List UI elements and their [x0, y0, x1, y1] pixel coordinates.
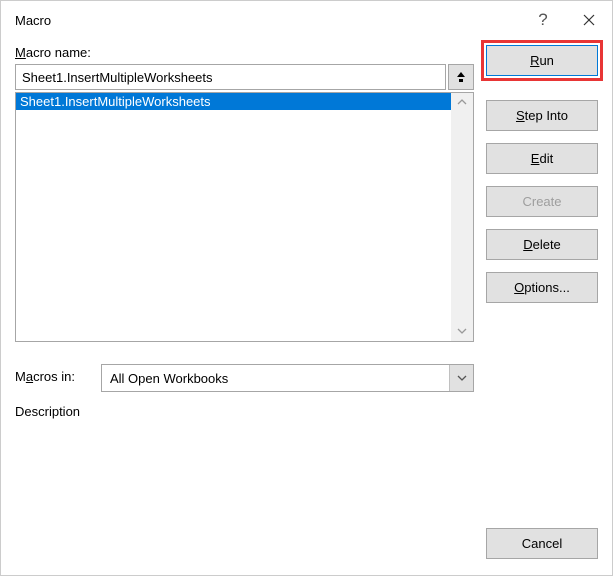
create-button: Create — [486, 186, 598, 217]
dropdown-button[interactable] — [449, 365, 473, 391]
macros-in-label: Macros in: — [15, 369, 93, 384]
scroll-down-icon[interactable] — [457, 326, 467, 337]
scroll-up-icon[interactable] — [457, 97, 467, 108]
description-label: Description — [15, 404, 474, 419]
titlebar-controls: ? — [520, 1, 612, 39]
list-item[interactable]: Sheet1.InsertMultipleWorksheets — [16, 93, 451, 110]
reference-icon — [455, 71, 467, 83]
close-button[interactable] — [566, 1, 612, 39]
run-button[interactable]: Run — [486, 45, 598, 76]
close-icon — [583, 14, 595, 26]
macros-in-row: Macros in: All Open Workbooks — [15, 364, 474, 392]
macro-name-input[interactable] — [15, 64, 446, 90]
help-button[interactable]: ? — [520, 1, 566, 39]
chevron-down-icon — [457, 375, 467, 381]
run-highlight: Run — [481, 40, 603, 81]
dialog-content: Macro name: Sheet1.InsertMultipleWorkshe… — [1, 39, 612, 437]
left-column: Macro name: Sheet1.InsertMultipleWorkshe… — [15, 45, 474, 423]
cancel-wrap: Cancel — [486, 528, 598, 559]
macro-name-label: Macro name: — [15, 45, 474, 60]
titlebar: Macro ? — [1, 1, 612, 39]
edit-button[interactable]: Edit — [486, 143, 598, 174]
delete-button[interactable]: Delete — [486, 229, 598, 260]
step-into-button[interactable]: Step Into — [486, 100, 598, 131]
macro-name-row — [15, 64, 474, 90]
right-column: Run Step Into Edit Create Delete Options… — [486, 45, 598, 423]
options-button[interactable]: Options... — [486, 272, 598, 303]
macros-in-select[interactable]: All Open Workbooks — [101, 364, 474, 392]
reference-button[interactable] — [448, 64, 474, 90]
window-title: Macro — [15, 13, 51, 28]
scrollbar[interactable] — [451, 93, 473, 341]
cancel-button[interactable]: Cancel — [486, 528, 598, 559]
macro-list[interactable]: Sheet1.InsertMultipleWorksheets — [16, 93, 451, 341]
macros-in-value: All Open Workbooks — [102, 365, 449, 391]
macro-listbox[interactable]: Sheet1.InsertMultipleWorksheets — [15, 92, 474, 342]
